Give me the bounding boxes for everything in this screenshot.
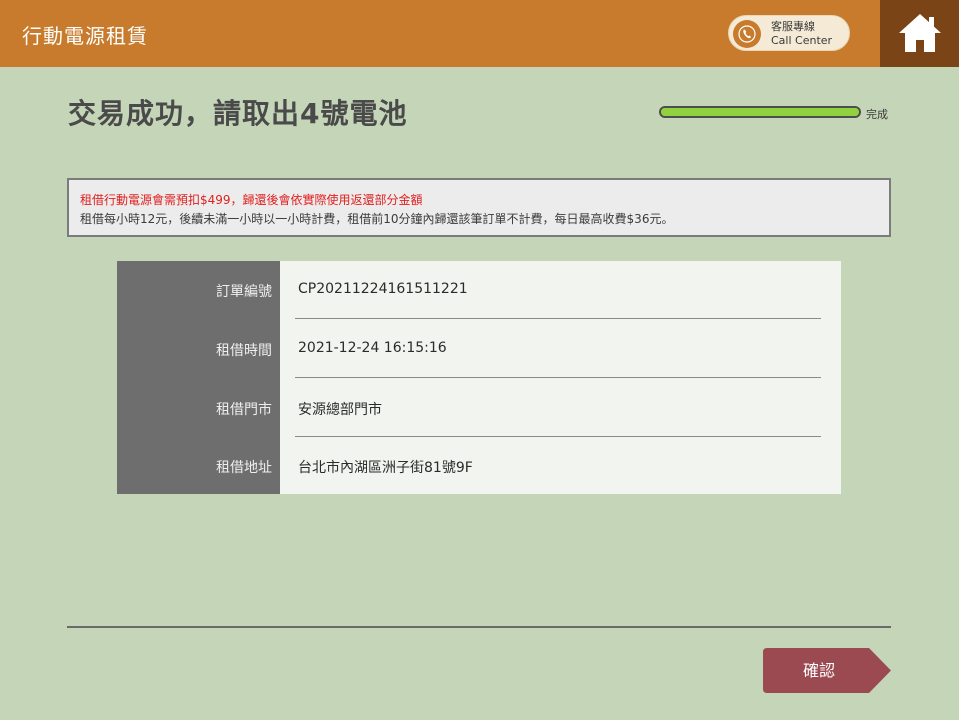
rental-time-value: 2021-12-24 16:15:16 — [298, 340, 447, 356]
pricing-info-text: 租借每小時12元，後續未滿一小時以一小時計費，租借前10分鐘內歸還該筆訂單不計費… — [80, 212, 674, 226]
rental-address-label: 租借地址 — [216, 460, 272, 476]
progress-bar — [659, 106, 861, 118]
bottom-divider — [67, 626, 891, 628]
rental-store-label: 租借門市 — [216, 402, 272, 418]
order-number-label: 訂單編號 — [216, 284, 272, 300]
rental-time-label: 租借時間 — [216, 343, 272, 359]
rental-address-value: 台北市內湖區洲子街81號9F — [298, 460, 473, 476]
progress-fill — [661, 108, 859, 116]
call-center-label-zh: 客服專線 — [771, 20, 815, 33]
notice-box: 租借行動電源會需預扣$499，歸還後會依實際使用返還部分金額 租借每小時12元，… — [67, 178, 891, 237]
phone-icon — [733, 20, 761, 48]
row-divider — [295, 436, 821, 437]
top-bar: 行動電源租賃 客服專線 Call Center — [0, 0, 959, 67]
home-icon — [899, 14, 941, 52]
rental-store-value: 安源總部門市 — [298, 402, 382, 418]
call-center-label-en: Call Center — [771, 34, 833, 47]
progress-label: 完成 — [866, 108, 888, 121]
row-divider — [295, 318, 821, 319]
order-number-value: CP20211224161511221 — [298, 281, 468, 297]
deposit-warning-text: 租借行動電源會需預扣$499，歸還後會依實際使用返還部分金額 — [80, 193, 423, 207]
confirm-button[interactable]: 確認 — [763, 648, 891, 693]
app-title: 行動電源租賃 — [22, 24, 148, 48]
row-divider — [295, 377, 821, 378]
call-center-button[interactable]: 客服專線 Call Center — [728, 15, 850, 51]
confirm-button-label: 確認 — [802, 661, 835, 680]
page-title: 交易成功，請取出4號電池 — [68, 97, 408, 130]
order-info-table: 訂單編號 租借時間 租借門市 租借地址 CP20211224161511221 … — [117, 261, 841, 494]
home-button[interactable] — [880, 0, 959, 67]
label-column: 訂單編號 租借時間 租借門市 租借地址 — [117, 261, 280, 494]
